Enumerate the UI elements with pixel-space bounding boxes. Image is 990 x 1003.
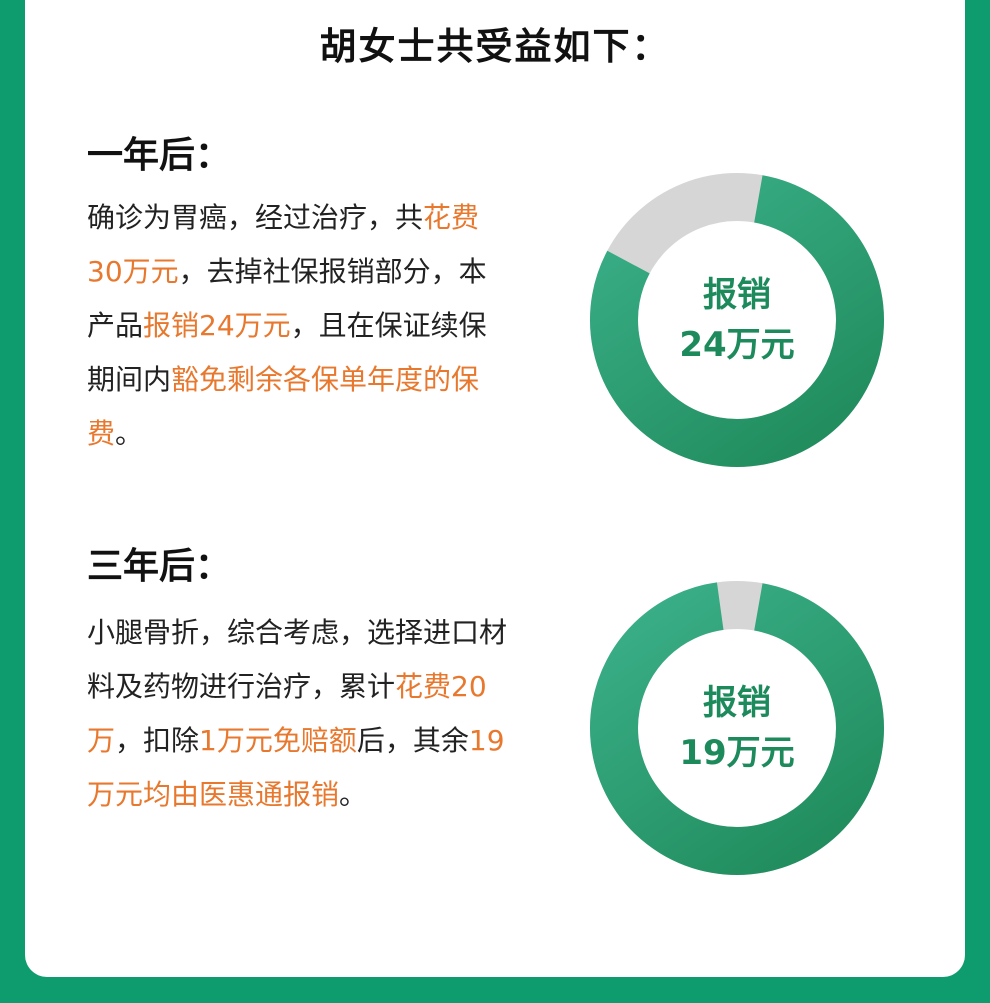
body-text: 。 [339, 778, 368, 811]
section-1-paragraph: 确诊为胃癌，经过治疗，共花费30万元，去掉社保报销部分，本产品报销24万元，且在… [87, 191, 507, 461]
ring-label-line1: 报销 [703, 275, 771, 315]
section-2-ring-label: 报销 19万元 [587, 578, 887, 878]
body-text: 后，其余 [356, 724, 469, 757]
highlight-text: 报销24万元 [143, 309, 291, 342]
section-2-paragraph: 小腿骨折，综合考虑，选择进口材料及药物进行治疗，累计花费20万，扣除1万元免赔额… [87, 606, 507, 822]
highlight-text: 1万元免赔额 [199, 724, 357, 757]
section-2-reimburse-ring: 报销 19万元 [587, 578, 887, 878]
body-text: ，扣除 [115, 724, 200, 757]
body-text: 。 [115, 417, 144, 450]
section-1-ring-label: 报销 24万元 [587, 170, 887, 470]
section-1-reimburse-ring: 报销 24万元 [587, 170, 887, 470]
ring-label-line1: 报销 [703, 683, 771, 723]
ring-label-line2: 19万元 [679, 733, 795, 773]
ring-label-line2: 24万元 [679, 325, 795, 365]
page-title: 胡女士共受益如下： [319, 25, 671, 68]
body-text: 确诊为胃癌，经过治疗，共 [87, 201, 424, 234]
section-2-heading: 三年后： [87, 546, 232, 587]
content-card: 胡女士共受益如下： 一年后： 确诊为胃癌，经过治疗，共花费30万元，去掉社保报销… [25, 0, 965, 977]
section-1-heading: 一年后： [87, 135, 232, 176]
